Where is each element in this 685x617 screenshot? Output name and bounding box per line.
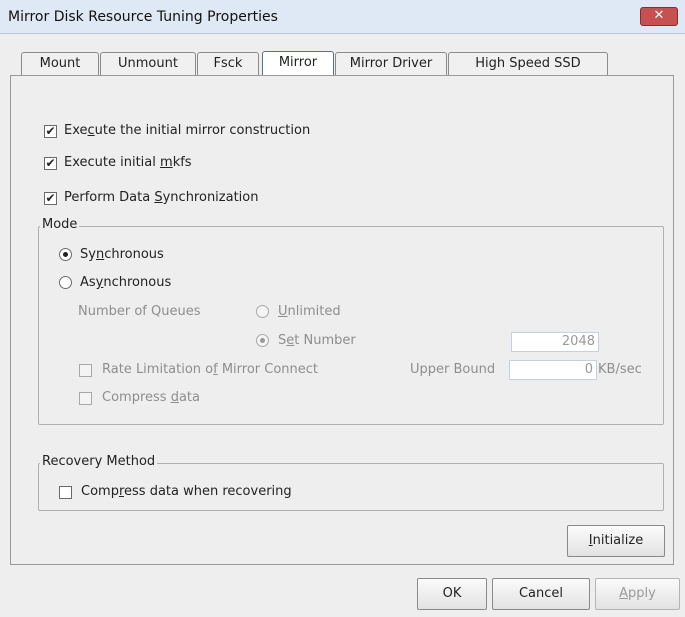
close-button[interactable]: ✕ [640,7,678,26]
data-sync-checkbox[interactable]: ✔ [44,192,57,205]
window-title: Mirror Disk Resource Tuning Properties [8,9,278,25]
initial-mkfs-checkbox[interactable]: ✔ [44,157,57,170]
asynchronous-radio[interactable] [59,276,72,289]
mode-legend: Mode [40,217,80,232]
rate-limit-checkbox[interactable] [79,364,92,377]
queue-count-input[interactable]: 2048 [511,332,599,352]
upper-bound-label: Upper Bound [410,362,496,377]
tab-mirror[interactable]: Mirror [262,51,334,77]
queues-label: Number of Queues [78,304,201,319]
tab-high-speed-ssd[interactable]: High Speed SSD [448,52,608,76]
title-bar: Mirror Disk Resource Tuning Properties ✕ [0,0,685,34]
tab-unmount[interactable]: Unmount [100,52,196,76]
data-sync-label: Perform Data Synchronization [64,190,259,205]
ok-button[interactable]: OK [417,578,487,610]
synchronous-label: Synchronous [80,247,164,262]
compress-recovery-label: Compress data when recovering [81,484,292,499]
upper-bound-unit: KB/sec [598,362,642,377]
initial-mirror-checkbox[interactable]: ✔ [44,125,57,138]
close-icon: ✕ [653,8,665,23]
tab-fsck[interactable]: Fsck [197,52,259,76]
set-number-radio[interactable] [256,334,269,347]
cancel-button[interactable]: Cancel [492,578,590,610]
compress-recovery-checkbox[interactable] [59,486,72,499]
initial-mkfs-label: Execute initial mkfs [64,155,192,170]
rate-limit-label: Rate Limitation of Mirror Connect [102,362,319,377]
upper-bound-input[interactable]: 0 [509,360,597,380]
compress-data-label: Compress data [102,390,200,405]
initial-mirror-label: Execute the initial mirror construction [64,123,311,138]
compress-data-checkbox[interactable] [79,392,92,405]
tab-mount[interactable]: Mount [21,52,99,76]
unlimited-radio[interactable] [256,305,269,318]
initialize-button[interactable]: Initialize [567,525,665,557]
tab-mirror-driver[interactable]: Mirror Driver [335,52,447,76]
set-number-label: Set Number [278,333,356,348]
apply-button[interactable]: Apply [595,578,680,610]
synchronous-radio[interactable] [59,248,72,261]
recovery-legend: Recovery Method [40,454,158,469]
unlimited-label: Unlimited [278,304,341,319]
asynchronous-label: Asynchronous [80,275,172,290]
